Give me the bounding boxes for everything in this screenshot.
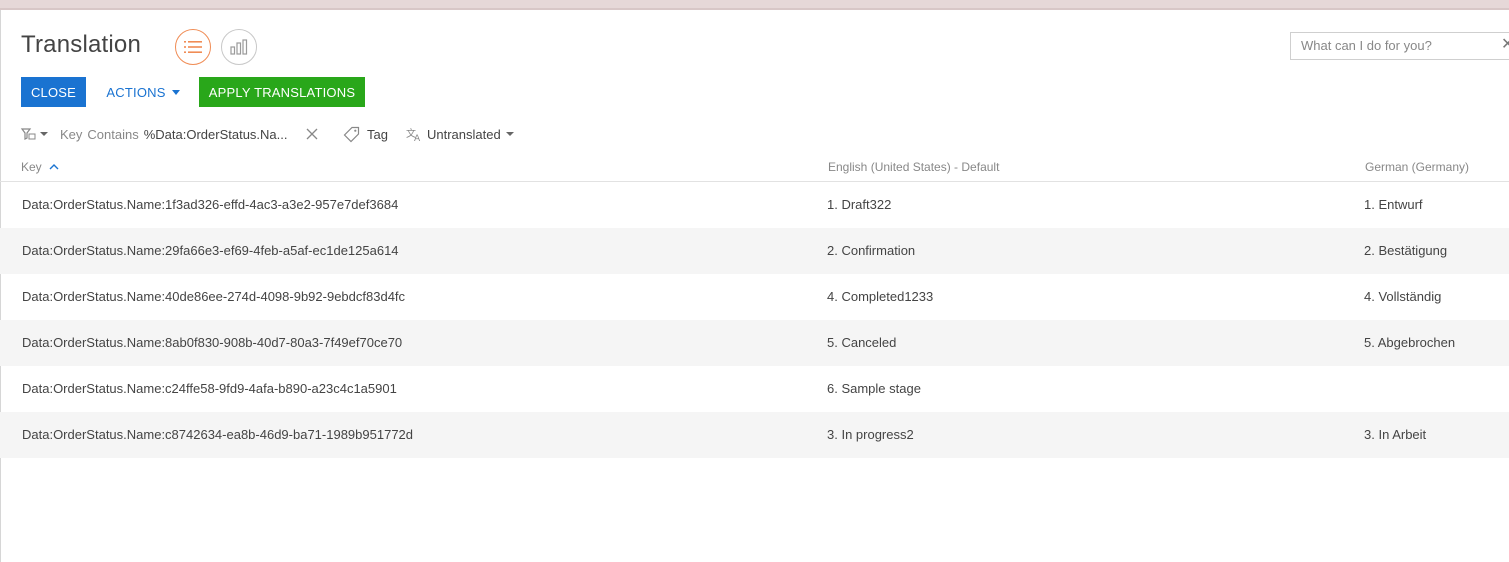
- chevron-down-icon: [505, 132, 514, 136]
- apply-button-label: APPLY TRANSLATIONS: [208, 84, 356, 100]
- list-view-button[interactable]: [175, 29, 211, 65]
- row-key: Data:OrderStatus.Name:c8742634-ea8b-46d9…: [22, 427, 414, 442]
- table-row[interactable]: Data:OrderStatus.Name:c24ffe58-9fd9-4afa…: [0, 366, 1509, 412]
- translate-icon: 文 A: [406, 127, 421, 142]
- row-key: Data:OrderStatus.Name:8ab0f830-908b-40d7…: [22, 335, 403, 350]
- chevron-down-icon: [40, 132, 48, 136]
- tag-filter-button[interactable]: Tag: [343, 122, 388, 146]
- search-clear-icon[interactable]: ✕: [1501, 36, 1509, 54]
- table-header: Key English (United States) - Default Ge…: [0, 153, 1509, 182]
- row-german: 4. Vollständig: [1364, 289, 1442, 304]
- sort-ascending-icon: [49, 164, 59, 170]
- row-english: 6. Sample stage: [827, 381, 921, 396]
- row-english: 3. In progress2: [827, 427, 914, 442]
- tag-label: Tag: [367, 126, 388, 142]
- row-key: Data:OrderStatus.Name:40de86ee-274d-4098…: [22, 289, 406, 304]
- row-key: Data:OrderStatus.Name:1f3ad326-effd-4ac3…: [22, 197, 399, 212]
- row-german: 2. Bestätigung: [1364, 243, 1448, 258]
- filter-menu-button[interactable]: [20, 122, 49, 146]
- row-german: 1. Entwurf: [1364, 197, 1423, 212]
- column-header-german[interactable]: German (Germany): [1365, 160, 1469, 174]
- command-search-input[interactable]: What can I do for you?: [1290, 32, 1509, 60]
- row-english: 1. Draft322: [827, 197, 892, 212]
- table-row[interactable]: Data:OrderStatus.Name:c8742634-ea8b-46d9…: [0, 412, 1509, 458]
- filter-bar: Key Contains %Data:OrderStatus.Na... Tag…: [0, 122, 700, 146]
- close-button[interactable]: CLOSE: [21, 77, 86, 107]
- bar-chart-icon: [230, 39, 248, 55]
- table-row[interactable]: Data:OrderStatus.Name:8ab0f830-908b-40d7…: [0, 320, 1509, 366]
- page-title: Translation: [21, 31, 142, 58]
- active-filter-key-contains[interactable]: Key Contains %Data:OrderStatus.Na...: [60, 122, 288, 146]
- row-key: Data:OrderStatus.Name:29fa66e3-ef69-4feb…: [22, 243, 399, 258]
- close-button-label: CLOSE: [30, 84, 77, 100]
- table-row[interactable]: Data:OrderStatus.Name:40de86ee-274d-4098…: [0, 274, 1509, 320]
- filter-value: %Data:OrderStatus.Na...: [143, 126, 288, 142]
- chevron-down-icon: [171, 89, 180, 95]
- svg-text:A: A: [414, 134, 421, 142]
- column-header-english-label: English (United States) - Default: [828, 160, 1000, 174]
- filter-operator-label: Contains: [87, 126, 139, 142]
- row-key: Data:OrderStatus.Name:c24ffe58-9fd9-4afa…: [22, 381, 397, 396]
- row-english: 4. Completed1233: [827, 289, 934, 304]
- row-german: 5. Abgebrochen: [1364, 335, 1456, 350]
- tag-icon: [343, 126, 360, 142]
- column-header-key-label: Key: [21, 160, 42, 174]
- row-german: 3. In Arbeit: [1364, 427, 1427, 442]
- browser-top-strip: [0, 0, 1509, 10]
- remove-filter-button[interactable]: [305, 122, 319, 146]
- filter-field-label: Key: [60, 126, 83, 142]
- table-row[interactable]: Data:OrderStatus.Name:1f3ad326-effd-4ac3…: [0, 182, 1509, 228]
- list-icon: [184, 41, 202, 53]
- translations-table: Key English (United States) - Default Ge…: [0, 153, 1509, 458]
- row-english: 5. Canceled: [827, 335, 897, 350]
- column-header-english[interactable]: English (United States) - Default: [828, 160, 999, 174]
- close-icon: [306, 128, 318, 140]
- untranslated-filter-dropdown[interactable]: 文 A Untranslated: [406, 122, 515, 146]
- actions-button-label: ACTIONS: [106, 84, 166, 100]
- filter-icon: [20, 128, 36, 140]
- column-header-german-label: German (Germany): [1365, 160, 1470, 174]
- untranslated-label: Untranslated: [427, 126, 501, 142]
- analytics-view-button[interactable]: [221, 29, 257, 65]
- apply-translations-button[interactable]: APPLY TRANSLATIONS: [199, 77, 365, 107]
- row-english: 2. Confirmation: [827, 243, 916, 258]
- actions-dropdown-button[interactable]: ACTIONS: [98, 77, 188, 107]
- table-row[interactable]: Data:OrderStatus.Name:29fa66e3-ef69-4feb…: [0, 228, 1509, 274]
- column-header-key[interactable]: Key: [21, 160, 60, 174]
